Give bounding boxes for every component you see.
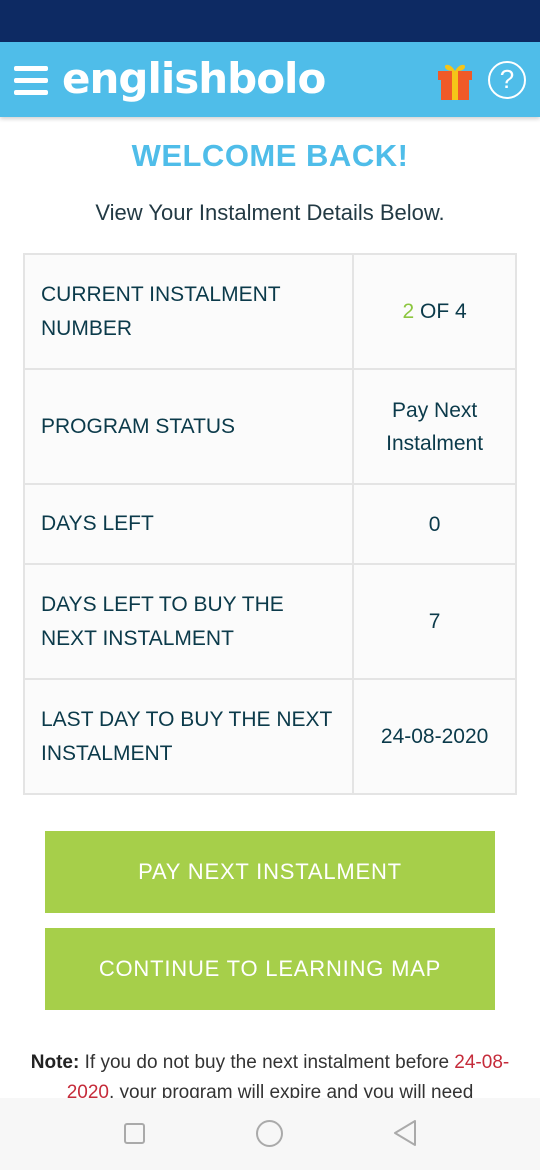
note-text-before: If you do not buy the next instalment be… bbox=[79, 1052, 455, 1073]
row-label: LAST DAY TO BUY THE NEXT INSTALMENT bbox=[22, 678, 355, 795]
table-row: PROGRAM STATUS Pay Next Instalment bbox=[22, 368, 517, 485]
row-label: PROGRAM STATUS bbox=[22, 368, 355, 485]
row-label: CURRENT INSTALMENT NUMBER bbox=[22, 253, 355, 370]
days-left-to-buy-value: 7 bbox=[352, 563, 517, 680]
last-day-value: 24-08-2020 bbox=[352, 678, 517, 795]
program-status-value: Pay Next Instalment bbox=[352, 368, 517, 485]
system-nav-bar bbox=[0, 1098, 540, 1170]
table-row: DAYS LEFT 0 bbox=[22, 483, 517, 565]
welcome-heading: WELCOME BACK! bbox=[131, 138, 409, 173]
subtitle: View Your Instalment Details Below. bbox=[95, 200, 445, 225]
row-label: DAYS LEFT TO BUY THE NEXT INSTALMENT bbox=[22, 563, 355, 680]
table-row: LAST DAY TO BUY THE NEXT INSTALMENT 24-0… bbox=[22, 678, 517, 795]
current-instalment-value: 2 OF 4 bbox=[352, 253, 517, 370]
pay-next-instalment-button[interactable]: PAY NEXT INSTALMENT bbox=[45, 831, 495, 913]
continue-to-learning-map-button[interactable]: CONTINUE TO LEARNING MAP bbox=[45, 928, 495, 1010]
app-header: englishbolo ? bbox=[0, 42, 540, 117]
gift-icon[interactable] bbox=[434, 60, 476, 102]
status-bar bbox=[0, 0, 540, 42]
current-instalment-number: 2 bbox=[402, 300, 415, 323]
app-logo: englishbolo bbox=[62, 54, 326, 103]
table-row: DAYS LEFT TO BUY THE NEXT INSTALMENT 7 bbox=[22, 563, 517, 680]
table-row: CURRENT INSTALMENT NUMBER 2 OF 4 bbox=[22, 253, 517, 370]
expiry-note: Note: If you do not buy the next instalm… bbox=[20, 1048, 520, 1100]
instalment-details-table: CURRENT INSTALMENT NUMBER 2 OF 4 PROGRAM… bbox=[22, 253, 517, 795]
square-recent-apps-icon[interactable] bbox=[124, 1123, 145, 1144]
total-instalments: OF 4 bbox=[414, 300, 467, 323]
note-label: Note: bbox=[30, 1052, 80, 1073]
help-icon[interactable]: ? bbox=[488, 61, 526, 99]
days-left-value: 0 bbox=[352, 483, 517, 565]
triangle-back-icon[interactable] bbox=[392, 1119, 418, 1147]
row-label: DAYS LEFT bbox=[22, 483, 355, 565]
circle-home-icon[interactable] bbox=[256, 1120, 283, 1147]
hamburger-menu-icon[interactable] bbox=[14, 66, 48, 96]
